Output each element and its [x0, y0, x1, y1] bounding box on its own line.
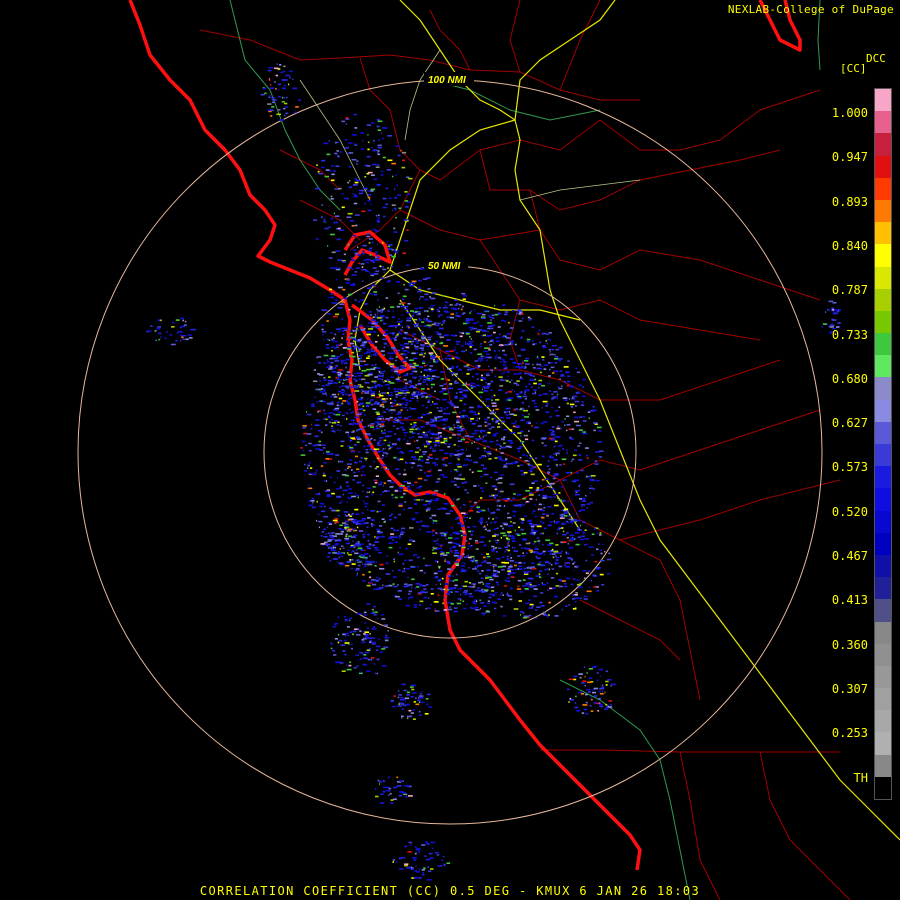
legend-title: DCC	[866, 52, 886, 65]
color-swatch	[875, 266, 891, 289]
color-scale-bar	[874, 88, 892, 800]
color-swatch	[875, 111, 891, 134]
color-swatch	[875, 599, 891, 622]
credit-text: NEXLAB-College of DuPage	[727, 3, 894, 16]
color-swatch	[875, 532, 891, 555]
color-swatch	[875, 710, 891, 733]
color-swatch	[875, 377, 891, 400]
color-swatch	[875, 732, 891, 755]
color-swatch	[875, 399, 891, 422]
legend-tick-label: 0.627	[831, 416, 868, 431]
color-swatch	[875, 621, 891, 644]
legend-tick-label: 1.000	[831, 106, 868, 120]
color-swatch	[875, 554, 891, 578]
color-swatch	[875, 133, 891, 156]
color-swatch	[875, 244, 891, 267]
color-swatch	[875, 510, 891, 533]
legend-tick-label: 0.947	[831, 150, 868, 165]
color-swatch	[875, 89, 891, 112]
color-swatch	[875, 665, 891, 689]
color-swatch	[875, 355, 891, 378]
legend-tick-label: 0.307	[831, 681, 868, 696]
range-ring-label-50: 50 NMI	[428, 261, 460, 272]
color-swatch	[875, 776, 891, 799]
product-footer: CORRELATION COEFFICIENT (CC) 0.5 DEG - K…	[199, 884, 701, 898]
color-swatch	[875, 177, 891, 200]
color-swatch	[875, 421, 891, 444]
color-swatch	[875, 199, 891, 223]
color-swatch	[875, 688, 891, 711]
product-code: [CC]	[840, 62, 867, 75]
color-swatch	[875, 577, 891, 600]
color-swatch	[875, 310, 891, 334]
range-ring-label-100: 100 NMI	[428, 75, 466, 86]
color-swatch	[875, 333, 891, 356]
legend-tick-label: 0.733	[831, 327, 868, 342]
legend-tick-label: 0.680	[831, 371, 868, 386]
radar-map: 100 NMI 50 NMI	[0, 0, 900, 900]
color-swatch	[875, 488, 891, 511]
legend-tick-label: 0.413	[831, 593, 868, 608]
legend-tick-label: 0.520	[831, 504, 868, 519]
color-swatch	[875, 466, 891, 489]
legend-tick-label: 0.787	[831, 283, 868, 298]
color-swatch	[875, 754, 891, 777]
legend-tick-label: 0.893	[831, 194, 868, 209]
legend-tick-label: 0.573	[831, 460, 868, 475]
color-swatch	[875, 288, 891, 311]
legend-tick-label: 0.253	[831, 726, 868, 741]
color-swatch	[875, 643, 891, 666]
legend-tick-label: 0.840	[831, 238, 868, 253]
legend-tick-label: 0.467	[831, 549, 868, 563]
legend-tick-label: 0.360	[831, 637, 868, 652]
color-swatch	[875, 222, 891, 245]
color-swatch	[875, 444, 891, 467]
color-swatch	[875, 155, 891, 178]
legend-tick-label: TH	[853, 770, 868, 785]
